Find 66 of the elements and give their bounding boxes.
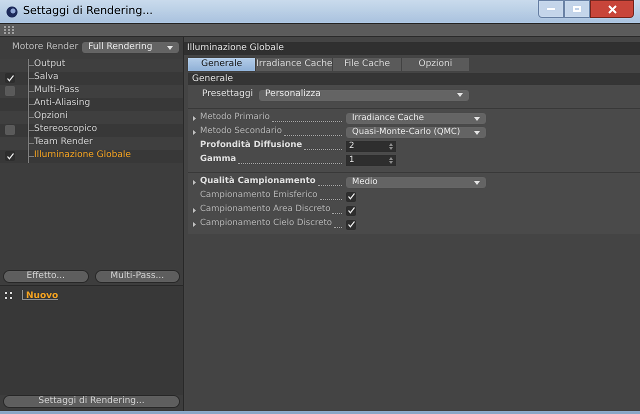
preset-label: Presettaggi	[202, 88, 254, 102]
caret-icon	[167, 46, 173, 50]
tab[interactable]: Opzioni	[402, 58, 469, 71]
tree-item[interactable]: Salva	[34, 71, 59, 85]
expand-arrow-icon[interactable]	[192, 222, 196, 227]
preset-dropdown[interactable]: Personalizza	[259, 90, 470, 100]
checkbox[interactable]	[346, 192, 356, 202]
param-label: Metodo Primario	[200, 111, 270, 124]
leader-line	[334, 227, 342, 228]
number-field[interactable]: 2	[346, 141, 396, 152]
leader-line	[304, 149, 342, 150]
effect-button[interactable]: Effetto...	[3, 270, 88, 284]
checkbox[interactable]	[346, 220, 356, 230]
minimize-button[interactable]	[538, 0, 564, 18]
tree-item[interactable]: Output	[34, 58, 66, 72]
tree-item[interactable]: Opzioni	[34, 110, 68, 124]
caret-icon	[474, 130, 480, 134]
tab[interactable]: File Cache	[333, 58, 401, 71]
panel-title: Illuminazione Globale	[184, 42, 640, 55]
close-button[interactable]	[590, 0, 634, 18]
render-settings-button[interactable]: Settaggi di Rendering...	[3, 394, 180, 408]
multipass-button[interactable]: Multi-Pass...	[94, 270, 180, 284]
renderer-label: Motore Render	[12, 41, 78, 54]
spinner-icon[interactable]	[389, 157, 393, 164]
expand-arrow-icon[interactable]	[192, 208, 196, 213]
expand-arrow-icon[interactable]	[192, 116, 196, 121]
expand-arrow-icon[interactable]	[192, 180, 196, 185]
dropdown[interactable]: Quasi-Monte-Carlo (QMC)	[346, 127, 486, 138]
param-label: Gamma	[200, 153, 236, 166]
close-icon	[608, 4, 616, 14]
param-label: Campionamento Area Discreto	[200, 203, 330, 216]
param-label: Metodo Secondario	[200, 125, 282, 138]
checkbox[interactable]	[5, 151, 15, 162]
param-label: Campionamento Cielo Discreto	[200, 217, 332, 230]
settings-item[interactable]: Nuovo	[22, 290, 58, 300]
caret-icon	[457, 93, 464, 97]
maximize-button[interactable]	[564, 0, 590, 18]
expand-arrow-icon[interactable]	[192, 130, 196, 135]
tree-item[interactable]: Team Render	[34, 136, 93, 150]
app-logo-icon	[6, 6, 18, 18]
checkbox[interactable]	[5, 125, 15, 136]
leader-line	[320, 199, 342, 200]
param-label: Profondità Diffusione	[200, 139, 302, 152]
spinner-icon[interactable]	[389, 143, 393, 150]
leader-line	[272, 121, 342, 122]
section-header: Generale	[188, 73, 640, 85]
number-field[interactable]: 1	[346, 155, 396, 166]
caret-icon	[474, 116, 480, 120]
param-label: Qualità Campionamento	[200, 175, 316, 188]
tree-item[interactable]: Multi-Pass	[34, 84, 80, 98]
tab[interactable]: Irradiance Cache	[256, 58, 332, 71]
leader-line	[284, 135, 342, 136]
dropdown[interactable]: Medio	[346, 177, 486, 188]
grip-icon[interactable]	[4, 26, 14, 34]
dropdown[interactable]: Irradiance Cache	[346, 113, 486, 124]
leader-line	[318, 185, 342, 186]
checkbox[interactable]	[5, 86, 15, 96]
checkbox[interactable]	[5, 73, 15, 84]
caret-icon	[474, 180, 480, 184]
tab[interactable]: Generale	[188, 58, 256, 71]
param-label: Campionamento Emisferico	[200, 189, 318, 202]
window-title: Settaggi di Rendering...	[23, 3, 153, 20]
leader-line	[332, 213, 342, 214]
checkbox[interactable]	[346, 206, 356, 216]
renderer-dropdown[interactable]: Full Rendering	[82, 42, 179, 54]
expand-icon[interactable]	[5, 292, 12, 299]
